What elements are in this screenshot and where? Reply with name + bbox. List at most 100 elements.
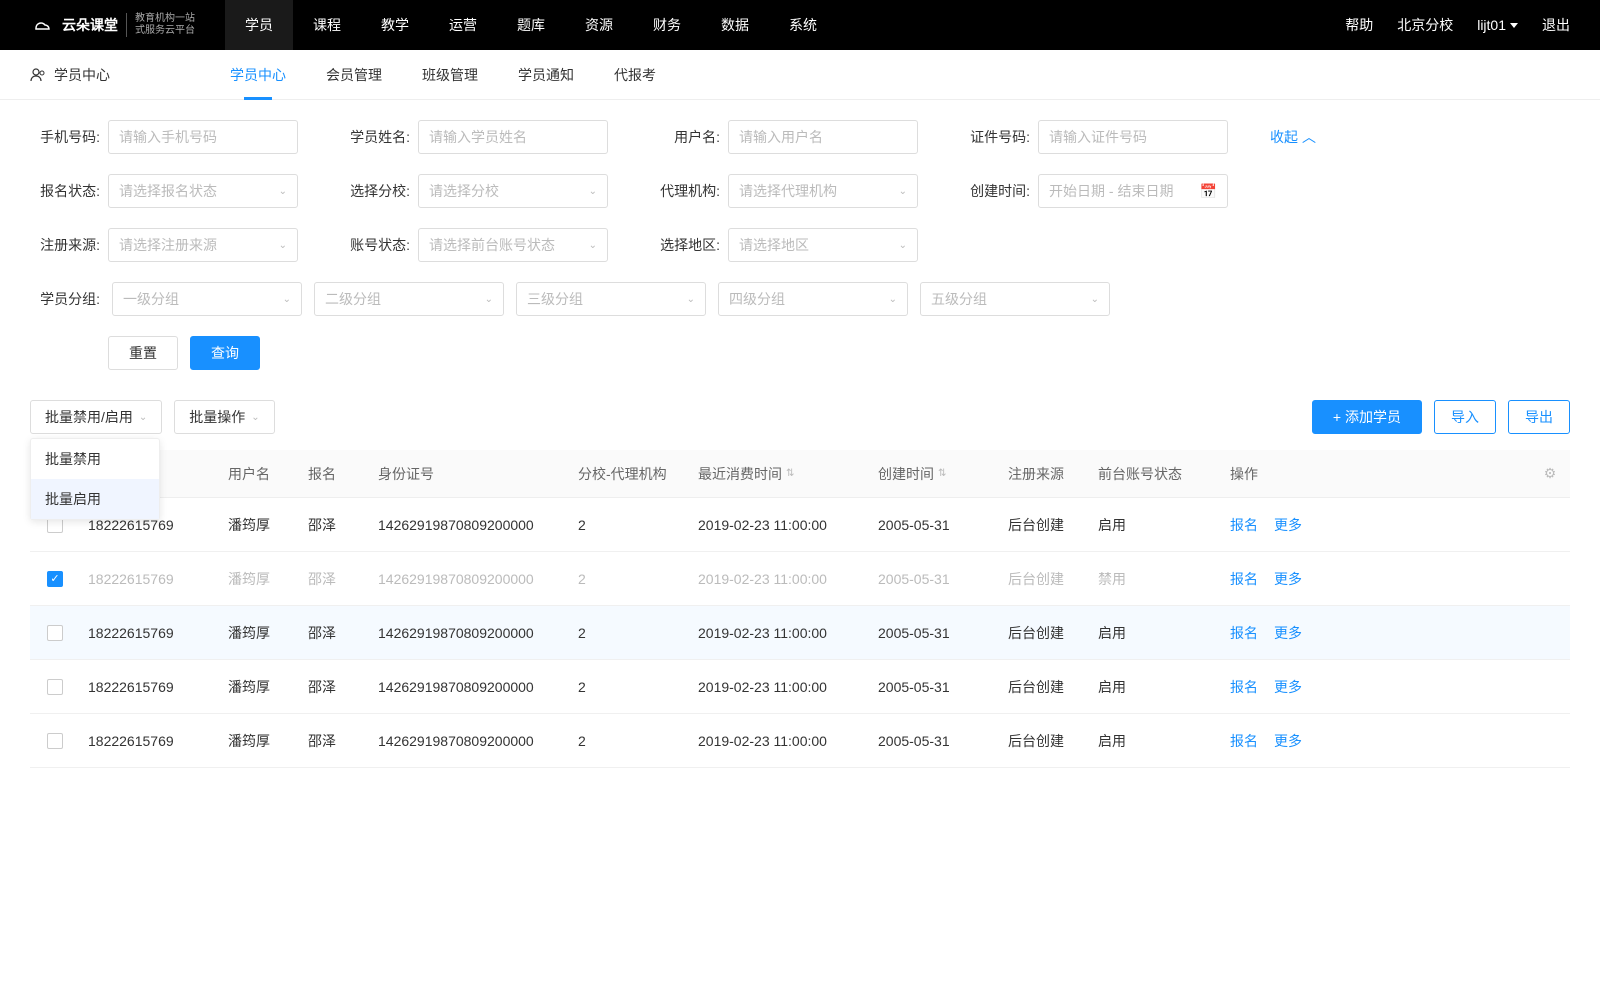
th-last-spend[interactable]: 最近消费时间⇅ xyxy=(690,464,870,484)
cell-branch: 2 xyxy=(570,679,690,695)
group-select[interactable]: 一级分组⌄ xyxy=(112,282,302,316)
cell-id: 14262919870809200000 xyxy=(370,679,570,695)
enroll-link[interactable]: 报名 xyxy=(1230,623,1258,643)
enroll-link[interactable]: 报名 xyxy=(1230,677,1258,697)
enroll-link[interactable]: 报名 xyxy=(1230,731,1258,751)
cell-last-spend: 2019-02-23 11:00:00 xyxy=(690,571,870,587)
phone-input[interactable] xyxy=(108,120,298,154)
enroll-label: 报名状态: xyxy=(30,181,100,201)
cell-user: 潘筠厚 xyxy=(220,623,300,643)
cell-source: 后台创建 xyxy=(1000,515,1090,535)
topnav-item[interactable]: 系统 xyxy=(769,0,837,50)
subnav-item[interactable]: 会员管理 xyxy=(326,50,382,100)
caret-down-icon xyxy=(1510,23,1518,28)
more-link[interactable]: 更多 xyxy=(1274,731,1302,751)
subnav-item[interactable]: 班级管理 xyxy=(422,50,478,100)
topnav-item[interactable]: 财务 xyxy=(633,0,701,50)
add-student-button[interactable]: + 添加学员 xyxy=(1312,400,1422,434)
cell-source: 后台创建 xyxy=(1000,731,1090,751)
table-row: 18222615769潘筠厚邵泽142629198708092000002201… xyxy=(30,498,1570,552)
th-created[interactable]: 创建时间⇅ xyxy=(870,464,1000,484)
cell-last-spend: 2019-02-23 11:00:00 xyxy=(690,733,870,749)
region-select[interactable]: 请选择地区⌄ xyxy=(728,228,918,262)
logout-link[interactable]: 退出 xyxy=(1542,15,1570,35)
cloud-icon xyxy=(30,16,54,34)
group-select[interactable]: 四级分组⌄ xyxy=(718,282,908,316)
cell-last-spend: 2019-02-23 11:00:00 xyxy=(690,517,870,533)
name-input[interactable] xyxy=(418,120,608,154)
search-panel: 手机号码: 学员姓名: 用户名: 证件号码: 收起︿ 报名状态:请选择报名状态⌄… xyxy=(0,100,1600,370)
user-menu[interactable]: lijt01 xyxy=(1477,17,1518,33)
help-link[interactable]: 帮助 xyxy=(1345,15,1373,35)
more-link[interactable]: 更多 xyxy=(1274,569,1302,589)
topnav-item[interactable]: 资源 xyxy=(565,0,633,50)
source-select[interactable]: 请选择注册来源⌄ xyxy=(108,228,298,262)
query-button[interactable]: 查询 xyxy=(190,336,260,370)
region-label: 选择地区: xyxy=(650,235,720,255)
topnav-item[interactable]: 运营 xyxy=(429,0,497,50)
page-title: 学员中心 xyxy=(54,65,110,85)
row-checkbox[interactable] xyxy=(47,733,63,749)
chevron-down-icon: ⌄ xyxy=(589,186,597,197)
cell-baoming: 邵泽 xyxy=(300,731,370,751)
group-label: 学员分组: xyxy=(30,289,100,309)
topnav-item[interactable]: 学员 xyxy=(225,0,293,50)
branch-label: 选择分校: xyxy=(340,181,410,201)
topnav-item[interactable]: 课程 xyxy=(293,0,361,50)
name-label: 学员姓名: xyxy=(340,127,410,147)
group-select[interactable]: 五级分组⌄ xyxy=(920,282,1110,316)
page-title-group: 学员中心 xyxy=(30,65,110,85)
acct-select[interactable]: 请选择前台账号状态⌄ xyxy=(418,228,608,262)
th-username: 用户名 xyxy=(220,464,300,484)
cell-baoming: 邵泽 xyxy=(300,677,370,697)
batch-ops-dropdown[interactable]: 批量操作⌄ xyxy=(174,400,274,434)
cell-baoming: 邵泽 xyxy=(300,569,370,589)
idcard-input[interactable] xyxy=(1038,120,1228,154)
reset-button[interactable]: 重置 xyxy=(108,336,178,370)
enroll-link[interactable]: 报名 xyxy=(1230,569,1258,589)
created-label: 创建时间: xyxy=(960,181,1030,201)
topnav-item[interactable]: 数据 xyxy=(701,0,769,50)
cell-branch: 2 xyxy=(570,625,690,641)
cell-created: 2005-05-31 xyxy=(870,625,1000,641)
students-table: 用户名 报名 身份证号 分校-代理机构 最近消费时间⇅ 创建时间⇅ 注册来源 前… xyxy=(30,450,1570,768)
subnav-item[interactable]: 学员中心 xyxy=(230,50,286,100)
sub-nav: 学员中心会员管理班级管理学员通知代报考 xyxy=(230,50,656,100)
enroll-link[interactable]: 报名 xyxy=(1230,515,1258,535)
row-checkbox[interactable] xyxy=(47,625,63,641)
topnav-item[interactable]: 教学 xyxy=(361,0,429,50)
batch-toggle-menu: 批量禁用 批量启用 xyxy=(30,438,160,520)
cell-phone: 18222615769 xyxy=(80,679,220,695)
batch-enable-item[interactable]: 批量启用 xyxy=(31,479,159,519)
username-input[interactable] xyxy=(728,120,918,154)
more-link[interactable]: 更多 xyxy=(1274,515,1302,535)
username-label: 用户名: xyxy=(650,127,720,147)
group-select[interactable]: 二级分组⌄ xyxy=(314,282,504,316)
branch-link[interactable]: 北京分校 xyxy=(1397,15,1453,35)
logo: 云朵课堂 教育机构一站式服务云平台 xyxy=(30,13,195,37)
branch-select[interactable]: 请选择分校⌄ xyxy=(418,174,608,208)
import-button[interactable]: 导入 xyxy=(1434,400,1496,434)
more-link[interactable]: 更多 xyxy=(1274,677,1302,697)
row-checkbox[interactable] xyxy=(47,679,63,695)
batch-toggle-dropdown[interactable]: 批量禁用/启用⌄ xyxy=(30,400,162,434)
enroll-select[interactable]: 请选择报名状态⌄ xyxy=(108,174,298,208)
cell-branch: 2 xyxy=(570,733,690,749)
cell-branch: 2 xyxy=(570,571,690,587)
cell-user: 潘筠厚 xyxy=(220,731,300,751)
topnav-item[interactable]: 题库 xyxy=(497,0,565,50)
group-select[interactable]: 三级分组⌄ xyxy=(516,282,706,316)
subnav-item[interactable]: 学员通知 xyxy=(518,50,574,100)
subnav-item[interactable]: 代报考 xyxy=(614,50,656,100)
gear-icon[interactable]: ⚙ xyxy=(1544,465,1557,482)
export-button[interactable]: 导出 xyxy=(1508,400,1570,434)
cell-baoming: 邵泽 xyxy=(300,623,370,643)
cell-id: 14262919870809200000 xyxy=(370,517,570,533)
collapse-toggle[interactable]: 收起︿ xyxy=(1270,120,1316,154)
row-checkbox[interactable]: ✓ xyxy=(47,571,63,587)
more-link[interactable]: 更多 xyxy=(1274,623,1302,643)
created-daterange[interactable]: 开始日期 - 结束日期📅 xyxy=(1038,174,1228,208)
cell-source: 后台创建 xyxy=(1000,569,1090,589)
batch-disable-item[interactable]: 批量禁用 xyxy=(31,439,159,479)
logo-text: 云朵课堂 xyxy=(62,15,118,35)
